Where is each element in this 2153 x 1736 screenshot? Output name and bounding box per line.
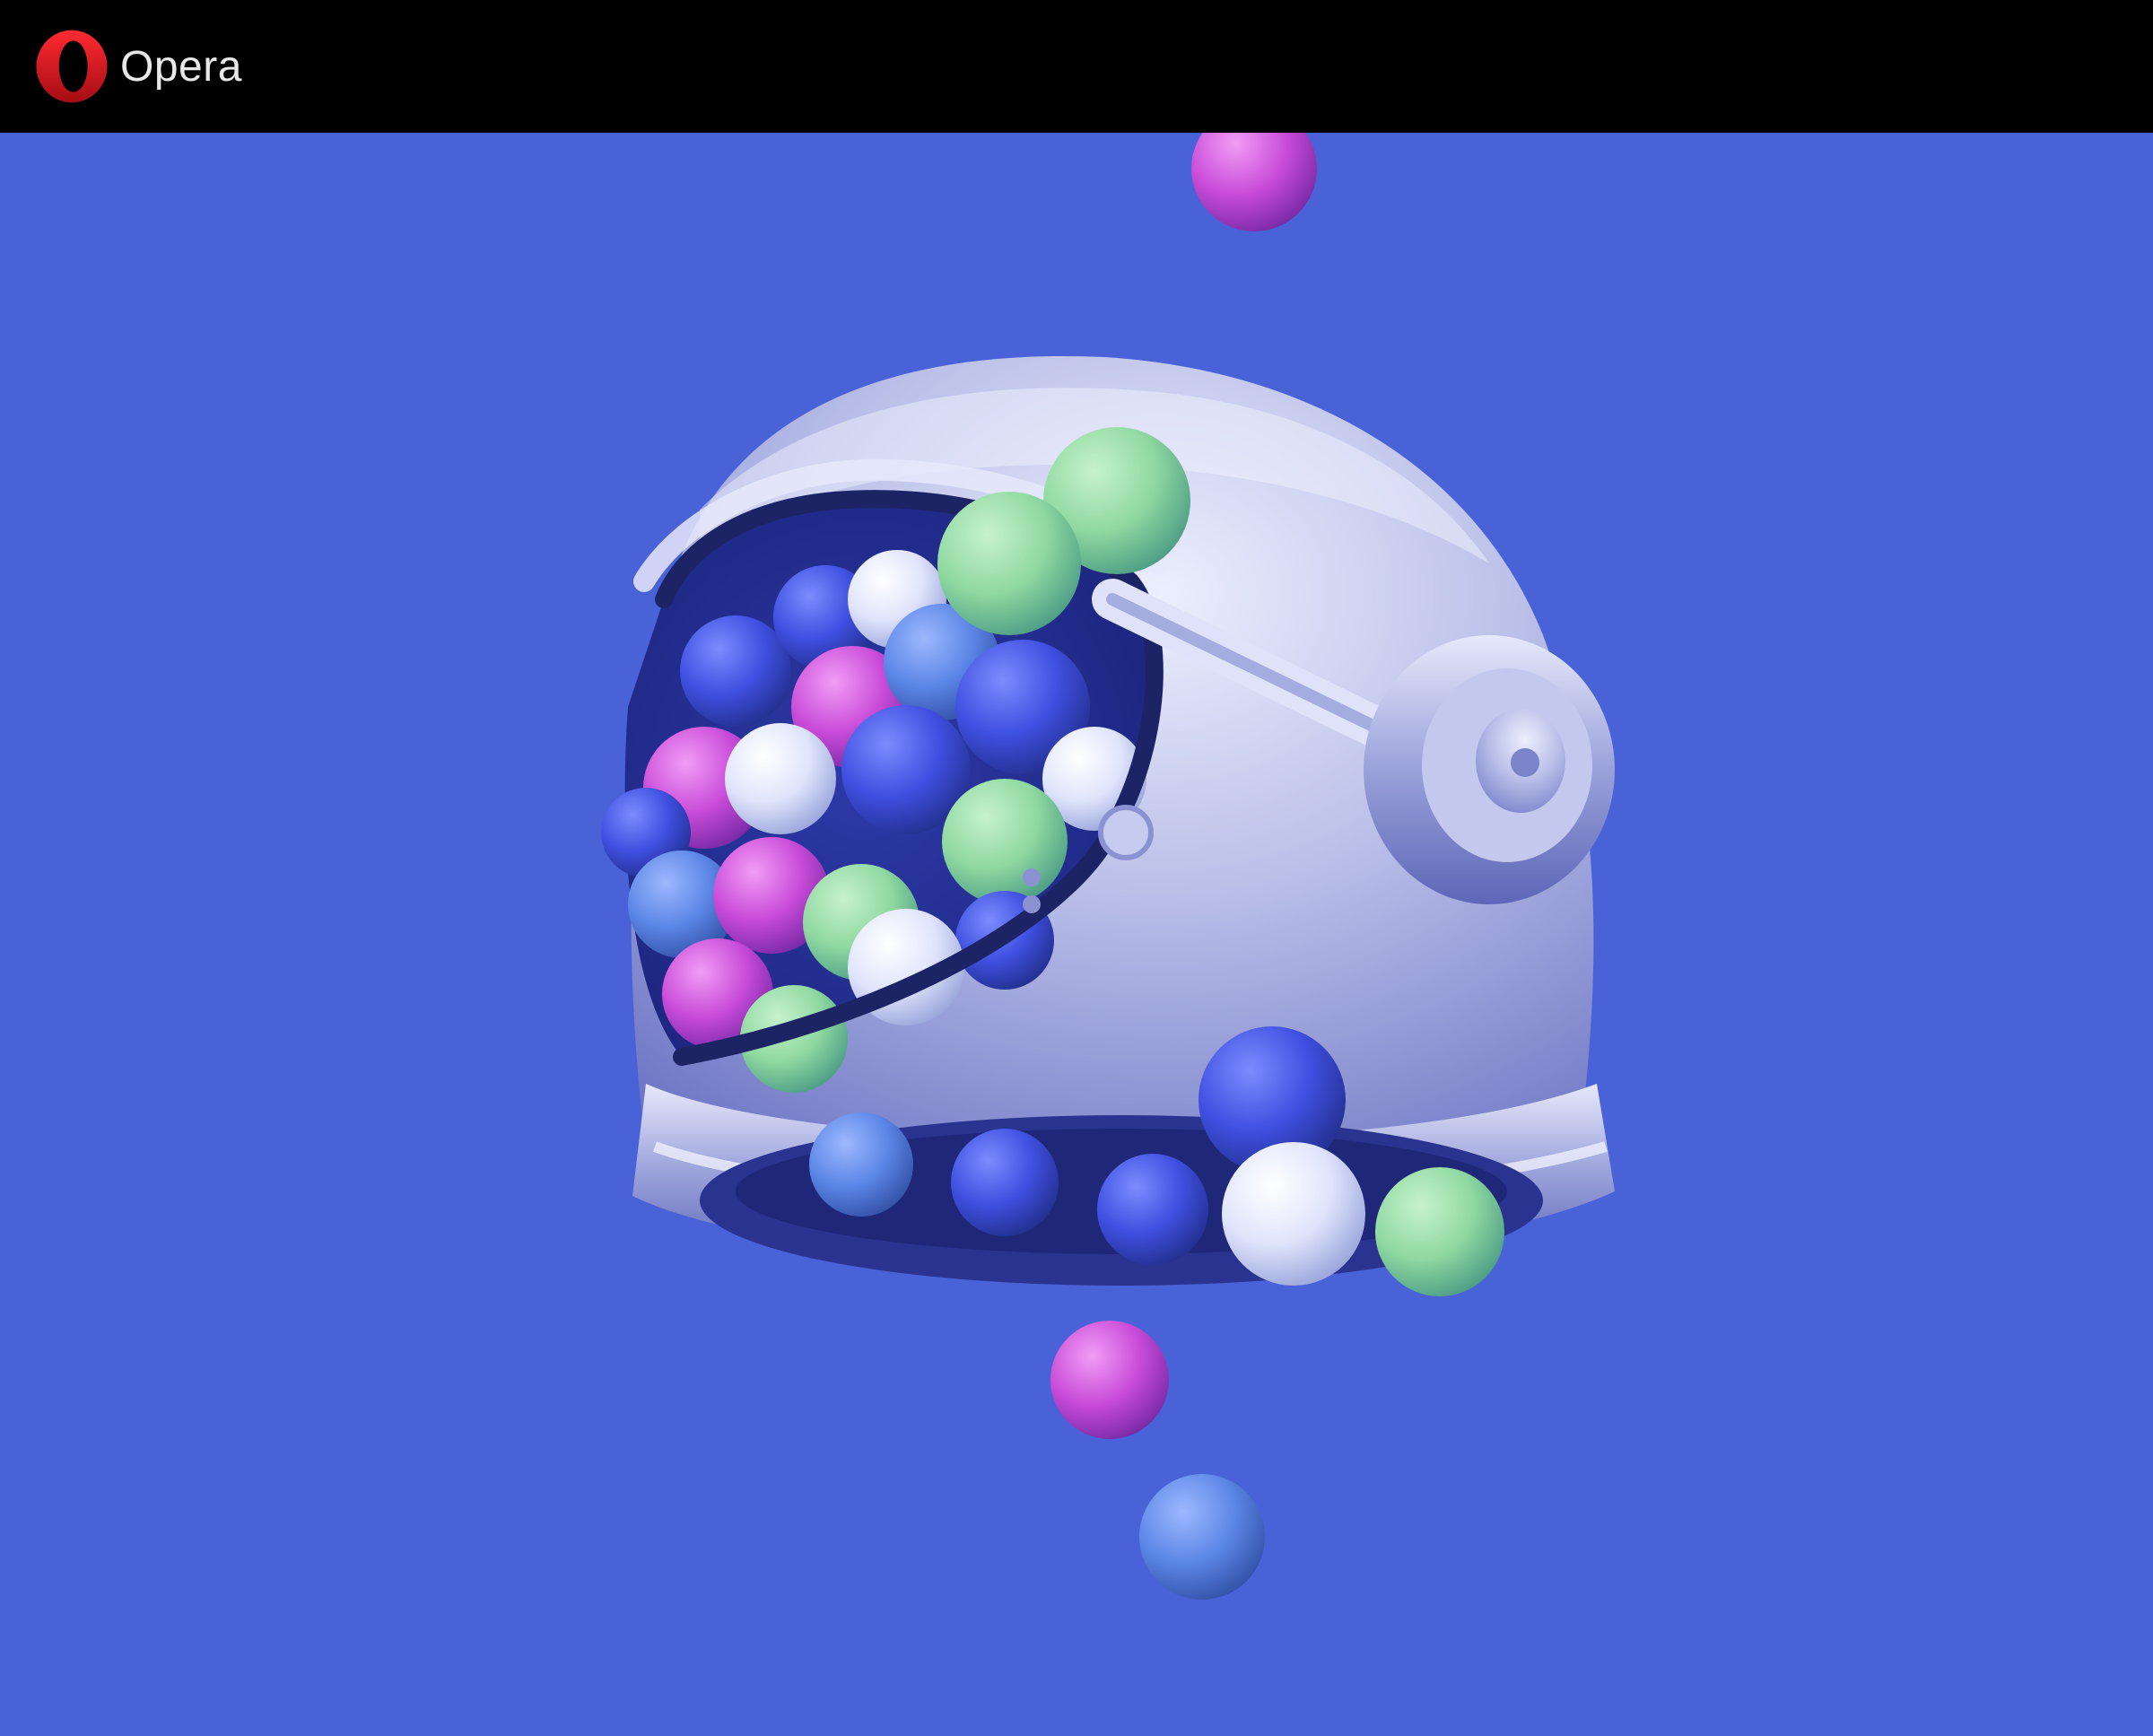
app-window: Opera: [0, 0, 2153, 1736]
astronaut-helmet-with-balls-icon: [601, 133, 1615, 1600]
opera-logo-icon: [36, 30, 108, 103]
top-bar: Opera: [0, 0, 2153, 133]
brand-name: Opera: [120, 42, 242, 91]
hero-banner: [0, 133, 2153, 1736]
brand-link[interactable]: Opera: [34, 29, 242, 104]
